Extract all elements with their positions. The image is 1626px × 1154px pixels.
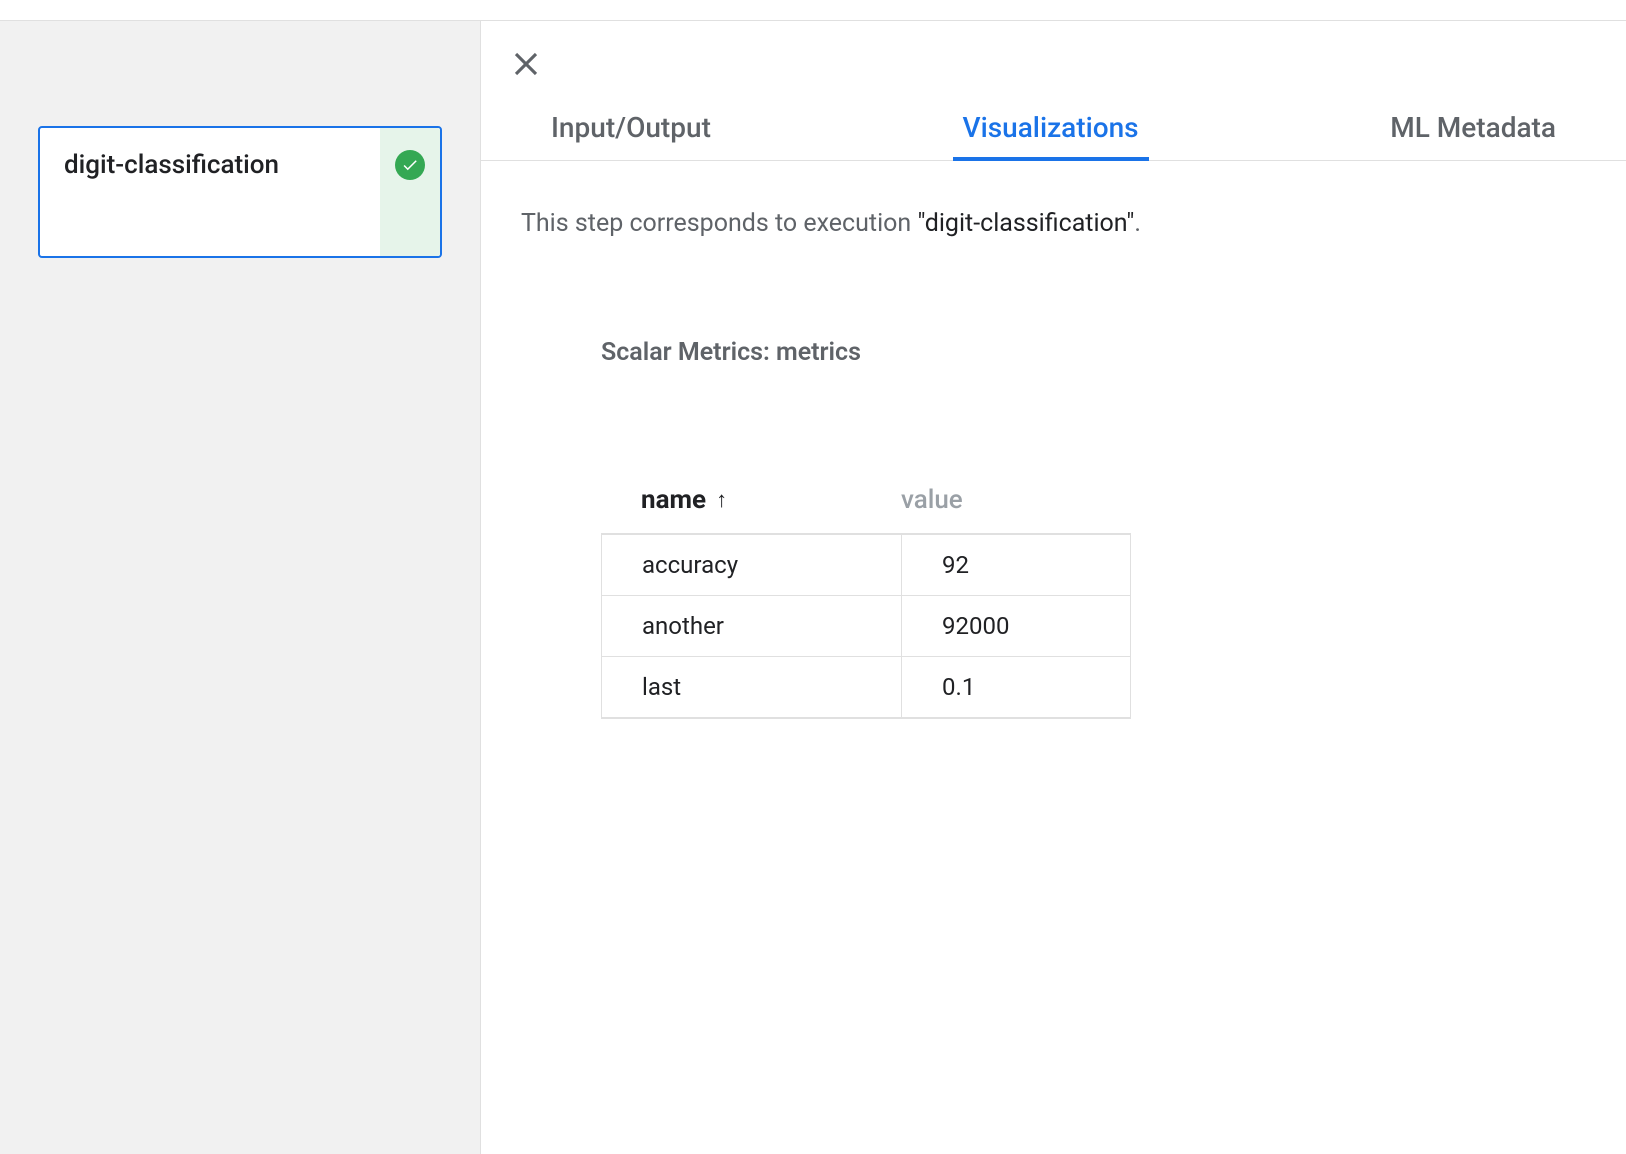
node-label: digit-classification: [40, 128, 380, 256]
metrics-table: accuracy 92 another 92000 last 0.1: [601, 533, 1131, 719]
execution-prefix: This step corresponds to execution: [521, 209, 917, 238]
table-row: last 0.1: [602, 657, 1131, 719]
app-container: digit-classification Input/Output Visual…: [0, 20, 1626, 1154]
close-icon: [511, 49, 541, 79]
section-title: Scalar Metrics: metrics: [601, 338, 1586, 367]
metric-name: last: [602, 657, 902, 719]
pipeline-node[interactable]: digit-classification: [38, 126, 442, 258]
tab-ml-metadata[interactable]: ML Metadata: [1380, 93, 1566, 160]
metric-value: 92: [902, 534, 1131, 596]
execution-suffix: .: [1134, 209, 1141, 238]
metric-name: accuracy: [602, 534, 902, 596]
sort-ascending-icon: ↑: [716, 487, 727, 513]
table-row: another 92000: [602, 596, 1131, 657]
success-check-icon: [395, 150, 425, 180]
details-panel: Input/Output Visualizations ML Metadata …: [480, 21, 1626, 1154]
metrics-table-container: name ↑ value accuracy 92 another 92000: [601, 467, 1131, 719]
node-status: [380, 128, 440, 256]
column-header-value[interactable]: value: [901, 485, 1131, 515]
execution-description: This step corresponds to execution "digi…: [521, 209, 1586, 238]
execution-name: "digit-classification": [917, 209, 1134, 238]
graph-panel: digit-classification: [0, 21, 480, 1154]
metric-name: another: [602, 596, 902, 657]
table-row: accuracy 92: [602, 534, 1131, 596]
metric-value: 0.1: [902, 657, 1131, 719]
header-name-text: name: [641, 485, 706, 515]
tab-visualizations[interactable]: Visualizations: [953, 93, 1149, 160]
tab-bar: Input/Output Visualizations ML Metadata: [481, 93, 1626, 161]
tab-input-output[interactable]: Input/Output: [541, 93, 721, 160]
close-button[interactable]: [481, 21, 571, 93]
tab-content: This step corresponds to execution "digi…: [481, 161, 1626, 767]
metric-value: 92000: [902, 596, 1131, 657]
table-header: name ↑ value: [601, 467, 1131, 533]
column-header-name[interactable]: name ↑: [601, 485, 901, 515]
